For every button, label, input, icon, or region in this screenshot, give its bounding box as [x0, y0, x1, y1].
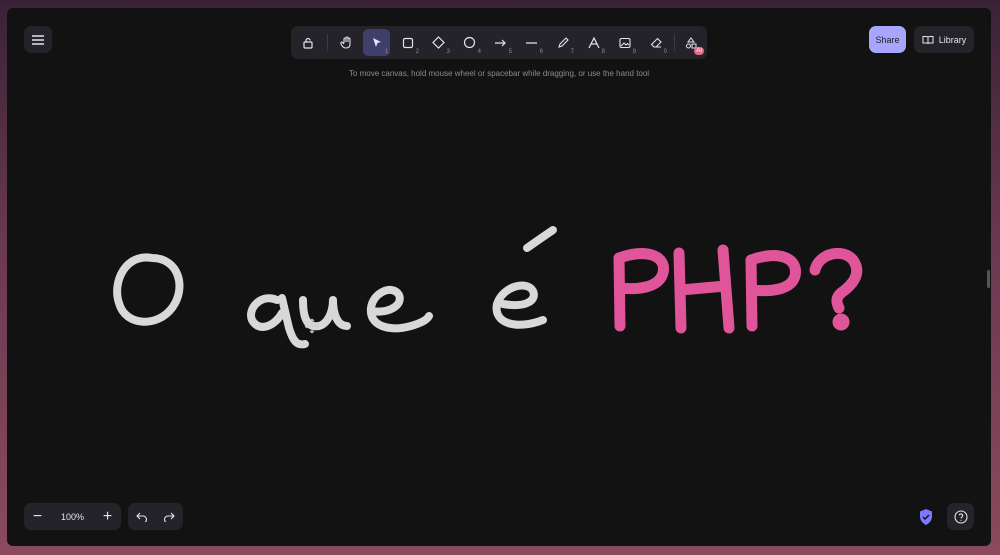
question-mark-dot	[832, 313, 850, 331]
zoom-out-button[interactable]: −	[24, 503, 51, 530]
help-button[interactable]	[947, 503, 974, 530]
help-icon	[953, 509, 968, 524]
letter-o	[113, 253, 184, 326]
zoom-in-button[interactable]: +	[94, 503, 121, 530]
question-mark-curve	[809, 247, 863, 314]
letter-e-acute	[492, 281, 547, 329]
scrollbar-thumb[interactable]	[987, 270, 990, 288]
letter-u	[299, 296, 351, 331]
undo-icon	[135, 512, 147, 522]
undo-button[interactable]	[128, 503, 156, 530]
zoom-controls: − 100% +	[24, 503, 121, 530]
redo-icon	[164, 512, 176, 522]
handwritten-php	[613, 244, 863, 334]
accent-mark	[523, 226, 557, 252]
zoom-level[interactable]: 100%	[51, 512, 94, 522]
handwritten-o-que-e	[113, 226, 557, 349]
letter-p-2	[745, 250, 801, 332]
drawing-canvas[interactable]	[7, 8, 991, 546]
letter-e	[366, 286, 433, 333]
app-window: 1 2 3 4 5 6 7 8 9 0 AI To move canvas, h…	[7, 8, 991, 546]
shield-icon[interactable]	[918, 508, 934, 526]
letter-h	[673, 244, 735, 334]
history-controls	[128, 503, 183, 530]
letter-p-1	[613, 248, 669, 332]
letter-q	[247, 294, 309, 349]
redo-button[interactable]	[156, 503, 184, 530]
